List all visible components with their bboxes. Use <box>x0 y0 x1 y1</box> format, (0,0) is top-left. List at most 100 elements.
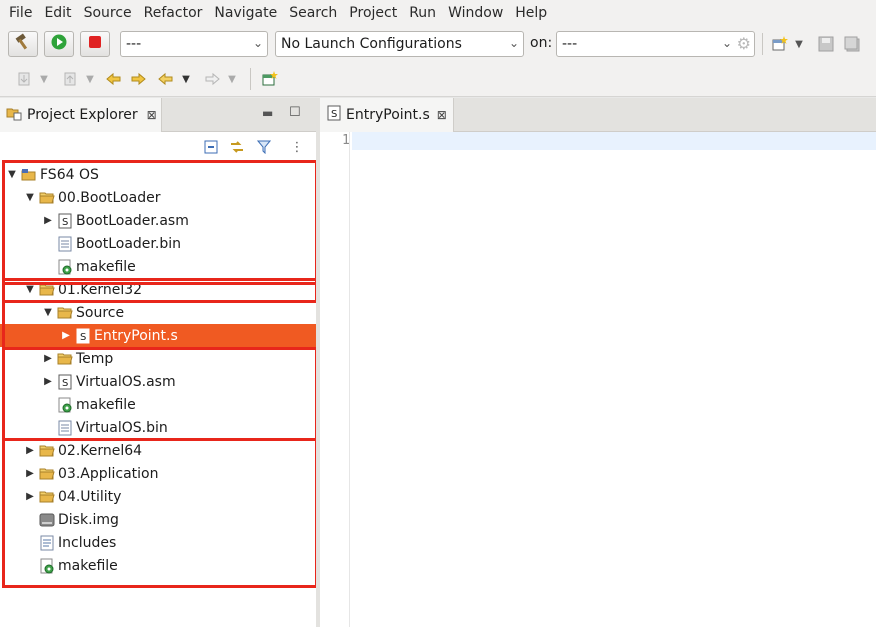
launch-config-select[interactable]: No Launch Configurations ⌄ <box>275 31 524 57</box>
collapse-arrow-icon[interactable]: ▶ <box>41 214 55 228</box>
editor-tabbar: S EntryPoint.s ⊠ <box>320 98 876 132</box>
tree-item-bootloader-asm[interactable]: ▶ S BootLoader.asm <box>0 209 316 232</box>
upload-icon[interactable] <box>60 70 80 88</box>
main-toolbar: --- ⌄ No Launch Configurations ⌄ on: ---… <box>0 27 876 61</box>
maximize-icon[interactable]: ☐ <box>289 105 301 120</box>
collapse-arrow-icon[interactable]: ▶ <box>41 352 55 366</box>
collapse-arrow-icon[interactable]: ▶ <box>23 444 37 458</box>
tree-item-virtualos-asm[interactable]: ▶ S VirtualOS.asm <box>0 370 316 393</box>
stop-icon <box>87 34 103 54</box>
tree-item-03-application[interactable]: ▶ 03.Application <box>0 462 316 485</box>
filter-icon[interactable] <box>255 138 273 156</box>
launch-target-select[interactable]: --- ⌄ ⚙ <box>556 31 755 57</box>
on-label: on: <box>530 35 553 51</box>
next-annotation-icon[interactable] <box>128 70 148 88</box>
collapse-arrow-icon[interactable]: ▶ <box>23 490 37 504</box>
tree-item-entrypoint-s[interactable]: ▶ S EntryPoint.s <box>0 324 318 347</box>
link-with-editor-icon[interactable] <box>228 138 246 156</box>
tab-entrypoint[interactable]: S EntryPoint.s ⊠ <box>320 98 454 132</box>
build-button[interactable] <box>8 31 38 57</box>
run-button[interactable] <box>44 31 74 57</box>
tab-project-explorer[interactable]: Project Explorer ⊠ <box>0 98 162 132</box>
close-icon[interactable]: ⊠ <box>437 108 447 122</box>
tree-item-label: Temp <box>76 350 114 367</box>
tree-item-temp[interactable]: ▶ Temp <box>0 347 316 370</box>
tree-item-makefile[interactable]: makefile <box>0 255 316 278</box>
run-icon <box>50 33 68 55</box>
gear-icon[interactable]: ⚙ <box>737 34 751 53</box>
chevron-down-icon: ⌄ <box>721 36 732 50</box>
tree-item-includes[interactable]: Includes <box>0 531 316 554</box>
folder-icon <box>39 190 55 206</box>
makefile-icon <box>57 259 73 275</box>
menu-bar: File Edit Source Refactor Navigate Search Proj… <box>0 0 876 27</box>
chevron-down-icon[interactable]: ▼ <box>84 70 96 88</box>
chevron-down-icon[interactable]: ▼ <box>38 70 50 88</box>
collapse-all-icon[interactable] <box>202 138 220 156</box>
tree-item-01-kernel32[interactable]: ▼ 01.Kernel32 <box>0 278 316 301</box>
view-menu-icon[interactable]: ⋮ <box>290 138 304 156</box>
tree-item-virtualos-bin[interactable]: VirtualOS.bin <box>0 416 316 439</box>
expand-arrow-icon[interactable]: ▼ <box>5 168 19 182</box>
menu-window[interactable]: Window <box>442 0 509 27</box>
menu-edit[interactable]: Edit <box>38 0 77 27</box>
menu-project[interactable]: Project <box>343 0 403 27</box>
tree-item-02-kernel64[interactable]: ▶ 02.Kernel64 <box>0 439 316 462</box>
menu-file[interactable]: File <box>3 0 38 27</box>
menu-search[interactable]: Search <box>283 0 343 27</box>
menu-help[interactable]: Help <box>509 0 553 27</box>
tree-item-makefile[interactable]: makefile <box>0 554 316 577</box>
save-all-icon[interactable] <box>842 35 862 53</box>
disk-image-icon <box>39 512 55 528</box>
toolbar-separator <box>250 68 251 90</box>
new-icon[interactable] <box>770 35 790 53</box>
launch-target-value: --- <box>562 36 578 52</box>
save-icon[interactable] <box>816 35 836 53</box>
source-file-icon: S <box>57 374 73 390</box>
collapse-arrow-icon[interactable]: ▶ <box>41 375 55 389</box>
tree-item-makefile[interactable]: makefile <box>0 393 316 416</box>
source-file-icon: S <box>57 213 73 229</box>
tree-item-04-utility[interactable]: ▶ 04.Utility <box>0 485 316 508</box>
tree-item-00-bootloader[interactable]: ▼ 00.BootLoader <box>0 186 316 209</box>
tree-item-label: FS64 OS <box>40 166 99 183</box>
download-icon[interactable] <box>14 70 34 88</box>
tree-item-label: Source <box>76 304 125 321</box>
collapse-arrow-icon[interactable]: ▶ <box>23 467 37 481</box>
tree-item-bootloader-bin[interactable]: BootLoader.bin <box>0 232 316 255</box>
menu-refactor[interactable]: Refactor <box>138 0 209 27</box>
folder-icon <box>39 489 55 505</box>
chevron-down-icon[interactable]: ▼ <box>793 35 805 53</box>
back-icon[interactable] <box>156 70 176 88</box>
minimize-icon[interactable]: ▬ <box>262 106 273 120</box>
tree-item-label: EntryPoint.s <box>94 327 178 344</box>
menu-run[interactable]: Run <box>403 0 442 27</box>
prev-annotation-icon[interactable] <box>104 70 124 88</box>
menu-navigate[interactable]: Navigate <box>208 0 283 27</box>
tree-item-label: Disk.img <box>58 511 119 528</box>
project-explorer-tabbar: Project Explorer ⊠ ▬ ☐ <box>0 98 316 132</box>
editor-area[interactable] <box>320 132 876 627</box>
project-icon <box>21 167 37 183</box>
folder-icon <box>39 282 55 298</box>
chevron-down-icon: ⌄ <box>252 36 263 50</box>
expand-arrow-icon[interactable]: ▼ <box>23 283 37 297</box>
stop-button[interactable] <box>80 31 110 57</box>
forward-icon[interactable] <box>202 70 222 88</box>
menu-source[interactable]: Source <box>78 0 138 27</box>
tree-item-source[interactable]: ▼ Source <box>0 301 316 324</box>
close-icon[interactable]: ⊠ <box>147 108 157 122</box>
hammer-icon <box>14 33 32 55</box>
expand-arrow-icon[interactable]: ▼ <box>41 306 55 320</box>
launch-mode-select[interactable]: --- ⌄ <box>120 31 268 57</box>
tree-item-disk-img[interactable]: Disk.img <box>0 508 316 531</box>
open-perspective-icon[interactable] <box>260 70 280 88</box>
chevron-down-icon[interactable]: ▼ <box>226 70 238 88</box>
collapse-arrow-icon[interactable]: ▶ <box>59 329 73 343</box>
tree-item-fs64-os[interactable]: ▼ FS64 OS <box>0 163 316 186</box>
chevron-down-icon[interactable]: ▼ <box>180 70 192 88</box>
expand-arrow-icon[interactable]: ▼ <box>23 191 37 205</box>
